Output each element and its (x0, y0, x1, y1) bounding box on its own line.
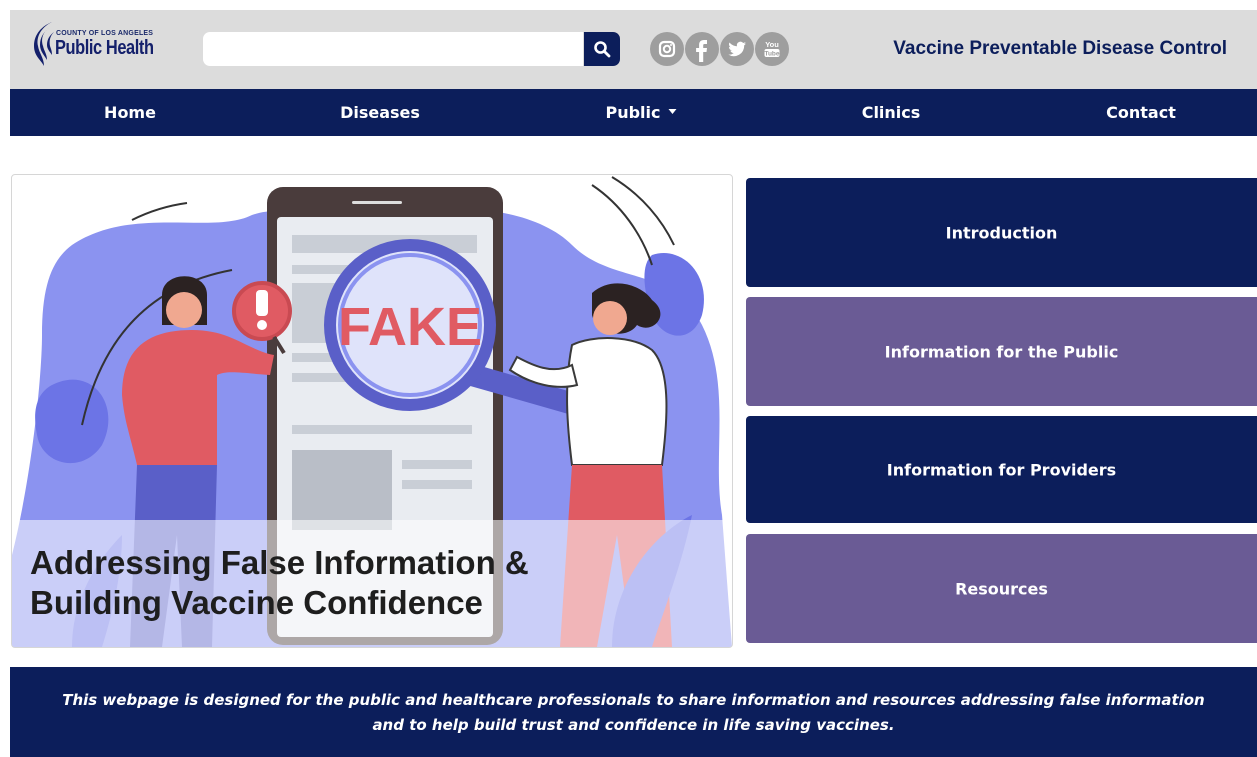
youtube-label-tube: Tube (764, 51, 779, 58)
hero-title-line-2: Building Vaccine Confidence (30, 584, 483, 621)
search-input[interactable] (203, 32, 583, 66)
hero-title: Addressing False Information & Building … (30, 543, 690, 623)
information-for-providers-button[interactable]: Information for Providers (746, 416, 1257, 523)
nav-item-public[interactable]: Public (605, 89, 677, 136)
banner-line-2: and to help build trust and confidence i… (372, 716, 895, 734)
header-bar: COUNTY OF LOS ANGELES Public Health You … (10, 10, 1257, 89)
nav-item-public-label: Public (605, 103, 661, 122)
youtube-label-you: You (765, 40, 779, 49)
information-for-public-label: Information for the Public (884, 342, 1119, 361)
purpose-banner: This webpage is designed for the public … (10, 667, 1257, 757)
logo-county-text: COUNTY OF LOS ANGELES (56, 30, 154, 37)
chevron-down-icon (668, 109, 677, 114)
introduction-label: Introduction (945, 223, 1058, 242)
hero-banner[interactable]: FAKE Addressing False Information & Buil… (11, 174, 733, 648)
logo-emblem-icon (34, 22, 54, 66)
banner-line-1: This webpage is designed for the public … (62, 691, 1205, 709)
resources-button[interactable]: Resources (746, 534, 1257, 643)
instagram-link[interactable] (650, 32, 684, 66)
youtube-icon: You Tube (764, 40, 779, 58)
hero-title-line-1: Addressing False Information & (30, 544, 529, 581)
twitter-link[interactable] (720, 32, 754, 66)
main-nav: Home Diseases Public Clinics Contact (10, 89, 1257, 136)
search-button[interactable] (584, 32, 620, 66)
logo-public-health-text: Public Health (55, 37, 154, 59)
information-for-public-button[interactable]: Information for the Public (746, 297, 1257, 406)
search-icon (594, 41, 611, 58)
facebook-icon (696, 40, 707, 62)
instagram-icon (658, 40, 676, 58)
resources-label: Resources (955, 579, 1048, 598)
public-health-logo[interactable]: COUNTY OF LOS ANGELES Public Health (32, 20, 182, 70)
facebook-link[interactable] (685, 32, 719, 66)
nav-item-clinics[interactable]: Clinics (862, 89, 921, 136)
information-for-providers-label: Information for Providers (886, 460, 1117, 479)
twitter-icon (728, 41, 746, 57)
fake-label: FAKE (338, 297, 482, 357)
site-title[interactable]: Vaccine Preventable Disease Control (893, 38, 1227, 60)
introduction-button[interactable]: Introduction (746, 178, 1257, 287)
nav-item-diseases[interactable]: Diseases (340, 89, 420, 136)
nav-item-contact[interactable]: Contact (1106, 89, 1176, 136)
nav-item-home[interactable]: Home (104, 89, 156, 136)
youtube-link[interactable]: You Tube (755, 32, 789, 66)
